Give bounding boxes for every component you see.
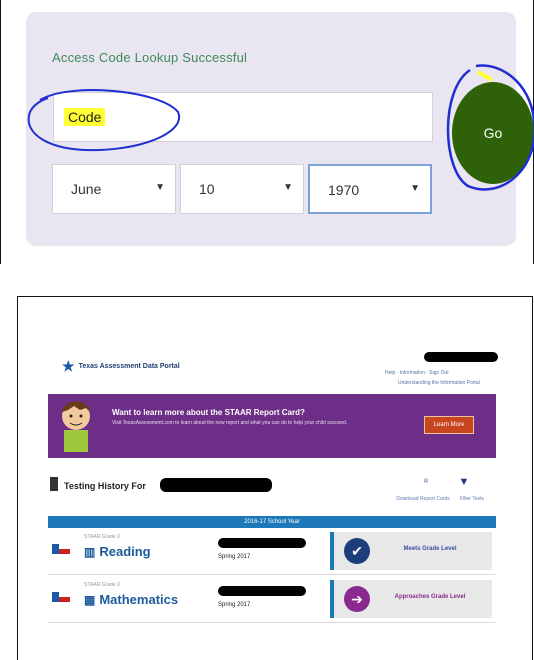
performance-accent	[330, 580, 334, 618]
school-year-bar: 2016-17 School Year	[48, 516, 496, 528]
texas-star-icon: ★	[62, 358, 75, 374]
year-value: 1970	[328, 182, 360, 198]
performance-level: Meets Grade Level	[403, 546, 457, 552]
lookup-title: Access Code Lookup Successful	[52, 50, 248, 65]
chevron-down-icon: ▼	[410, 183, 420, 194]
month-select[interactable]: June ▼	[52, 164, 176, 214]
redaction-bar	[160, 478, 272, 492]
month-value: June	[71, 181, 102, 197]
header-links[interactable]: Help · Information · Sign Out	[385, 370, 449, 376]
check-icon: ✔	[344, 538, 370, 564]
student-icon	[50, 477, 58, 491]
day-value: 10	[199, 181, 215, 197]
book-icon: ▥	[84, 545, 96, 559]
chevron-down-icon: ▼	[283, 182, 293, 193]
document-icon[interactable]: ▤	[416, 478, 436, 484]
test-term: Spring 2017	[218, 602, 251, 608]
learn-more-button[interactable]: Learn More	[424, 416, 474, 434]
performance-level: Approaches Grade Level	[394, 594, 466, 600]
year-select[interactable]: 1970 ▼	[308, 164, 432, 214]
access-code-value: Code	[64, 108, 106, 126]
arrow-right-icon: ➔	[344, 586, 370, 612]
test-grade: STAAR Grade 3	[84, 534, 120, 540]
texas-flag-icon	[52, 592, 70, 602]
redaction-bar	[424, 352, 498, 362]
test-term: Spring 2017	[218, 554, 251, 560]
banner-title: Want to learn more about the STAAR Repor…	[112, 408, 305, 417]
calculator-icon: ▦	[84, 593, 96, 607]
redaction-bar	[218, 538, 306, 548]
header-help-link[interactable]: Understanding the Information Portal	[398, 380, 480, 386]
test-result-row[interactable]: STAAR Grade 3 ▥ Reading Spring 2017 ✔ Mee…	[48, 530, 496, 575]
performance-accent	[330, 532, 334, 570]
texas-flag-icon	[52, 544, 70, 554]
child-illustration	[62, 401, 90, 452]
filter-icon[interactable]: ▼	[454, 476, 474, 488]
test-result-row[interactable]: STAAR Grade 3 ▦ Mathematics Spring 2017 ➔…	[48, 578, 496, 623]
banner-text: Visit TexasAssessment.com to learn about…	[112, 420, 348, 426]
test-subject[interactable]: ▥ Reading	[84, 544, 151, 559]
filter-tests-link[interactable]: Filter Tests	[452, 496, 492, 502]
day-select[interactable]: 10 ▼	[180, 164, 304, 214]
performance-box: ➔ Approaches Grade Level	[330, 580, 492, 618]
performance-box: ✔ Meets Grade Level	[330, 532, 492, 570]
access-code-input[interactable]	[53, 92, 433, 142]
go-button[interactable]: Go	[452, 82, 534, 184]
testing-history-label: Testing History For	[64, 481, 146, 491]
redaction-bar	[218, 586, 306, 596]
portal-logo: ★ Texas Assessment Data Portal	[62, 358, 180, 374]
chevron-down-icon: ▼	[155, 182, 165, 193]
download-report-cards-link[interactable]: Download Report Cards	[392, 496, 454, 502]
test-subject[interactable]: ▦ Mathematics	[84, 592, 178, 607]
test-grade: STAAR Grade 3	[84, 582, 120, 588]
